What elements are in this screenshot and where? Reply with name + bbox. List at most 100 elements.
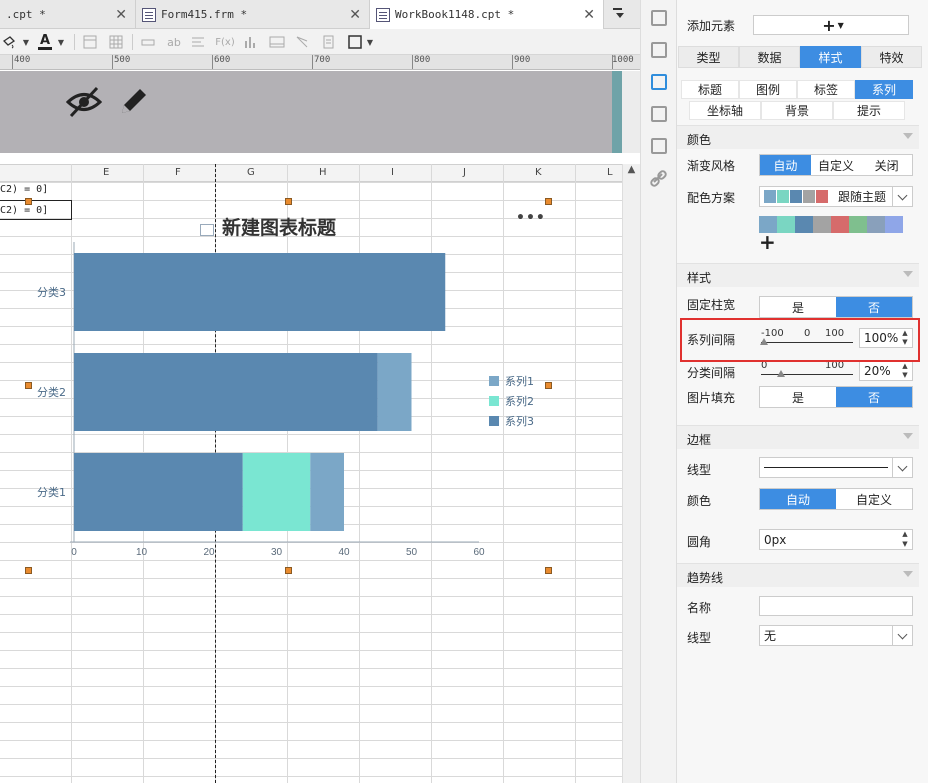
chevron-down-icon[interactable] xyxy=(892,626,912,645)
image-fill-no[interactable]: 否 xyxy=(836,387,912,407)
palette-color[interactable] xyxy=(831,216,849,233)
stepper-icon[interactable]: ▲ ▼ xyxy=(898,530,912,549)
file-tab-cpt[interactable]: .cpt * ✕ xyxy=(0,0,136,29)
chevron-down-icon[interactable]: ▼ xyxy=(366,33,374,51)
chart-more-icon[interactable]: ••• xyxy=(516,210,546,226)
column-label[interactable]: J xyxy=(463,167,466,178)
palette-color[interactable] xyxy=(867,216,885,233)
resize-handle[interactable] xyxy=(285,198,292,205)
palette-color[interactable] xyxy=(813,216,831,233)
border-section-header[interactable]: 边框 xyxy=(677,425,919,449)
trend-line-type-select[interactable]: 无 xyxy=(759,625,913,646)
image-fill-yes[interactable]: 是 xyxy=(760,387,836,407)
text-icon[interactable]: ab xyxy=(165,33,183,51)
add-element-button[interactable]: + ▼ xyxy=(753,15,909,35)
vertical-scrollbar[interactable]: ▲ xyxy=(622,164,640,783)
frame-icon[interactable] xyxy=(82,33,98,51)
fixed-width-yes[interactable]: 是 xyxy=(760,297,836,317)
palette-color[interactable] xyxy=(885,216,903,233)
subtab-legend[interactable]: 图例 xyxy=(739,80,797,99)
line-type-select[interactable] xyxy=(759,457,913,478)
upper-scrollbar[interactable] xyxy=(622,71,640,153)
fixed-width-no[interactable]: 否 xyxy=(836,297,912,317)
tab-data[interactable]: 数据 xyxy=(739,46,800,68)
chart-icon[interactable] xyxy=(242,33,258,51)
formula-icon[interactable]: F(x) xyxy=(215,33,234,51)
subtab-axis[interactable]: 坐标轴 xyxy=(689,101,761,120)
page-icon[interactable] xyxy=(320,33,336,51)
chevron-down-icon[interactable] xyxy=(892,458,912,477)
palette-color[interactable] xyxy=(795,216,813,233)
chevron-down-icon[interactable]: ▼ xyxy=(57,33,65,51)
resize-handle[interactable] xyxy=(25,567,32,574)
border-color-custom[interactable]: 自定义 xyxy=(836,489,912,509)
gradient-auto-option[interactable]: 自动 xyxy=(760,155,811,175)
cell-property-icon[interactable] xyxy=(651,10,667,26)
color-scheme-select[interactable]: 跟随主题 xyxy=(759,186,913,207)
toolbar-separator xyxy=(132,34,133,50)
slider-thumb[interactable] xyxy=(777,370,785,377)
add-color-icon[interactable]: + xyxy=(759,230,776,254)
resize-handle[interactable] xyxy=(545,198,552,205)
resize-handle[interactable] xyxy=(25,382,32,389)
column-label[interactable]: F xyxy=(175,167,181,178)
slash-icon[interactable] xyxy=(294,33,310,51)
resize-handle[interactable] xyxy=(285,567,292,574)
image-icon[interactable] xyxy=(268,33,286,51)
subtab-tooltip[interactable]: 提示 xyxy=(833,101,905,120)
subtab-title[interactable]: 标题 xyxy=(681,80,739,99)
condition-property-icon[interactable] xyxy=(651,42,667,58)
subtab-label[interactable]: 标签 xyxy=(797,80,855,99)
bar-chart[interactable]: 0 10 20 30 40 50 60 分类1 分类2 分类3 系列1 系列2 系列3 xyxy=(0,190,622,580)
chevron-down-icon[interactable]: ▼ xyxy=(22,33,30,51)
layer-property-icon[interactable] xyxy=(651,138,667,154)
column-label[interactable]: L xyxy=(607,167,613,178)
close-icon[interactable]: ✕ xyxy=(349,7,361,23)
subtab-background[interactable]: 背景 xyxy=(761,101,833,120)
column-label[interactable]: E xyxy=(103,167,109,178)
resize-handle[interactable] xyxy=(25,198,32,205)
gradient-custom-option[interactable]: 自定义 xyxy=(811,155,862,175)
close-icon[interactable]: ✕ xyxy=(115,7,127,23)
chevron-down-icon[interactable] xyxy=(892,187,912,206)
scroll-up-icon[interactable]: ▲ xyxy=(623,164,640,178)
stepper-icon[interactable]: ▲ ▼ xyxy=(898,362,912,380)
pencil-icon[interactable] xyxy=(118,85,150,120)
radius-input[interactable]: 0px ▲ ▼ xyxy=(759,529,913,550)
column-label[interactable]: I xyxy=(391,167,394,178)
gradient-off-option[interactable]: 关闭 xyxy=(861,155,912,175)
subtab-series[interactable]: 系列 xyxy=(855,80,913,99)
trendline-section-header[interactable]: 趋势线 xyxy=(677,563,919,587)
color-section-header[interactable]: 颜色 xyxy=(677,125,919,149)
tab-style[interactable]: 样式 xyxy=(800,46,861,68)
align-icon[interactable] xyxy=(190,33,206,51)
close-icon[interactable]: ✕ xyxy=(583,7,595,23)
tab-list-icon[interactable] xyxy=(612,6,626,20)
widget-property-icon[interactable] xyxy=(651,74,667,90)
border-icon[interactable] xyxy=(346,33,364,51)
palette-color[interactable] xyxy=(777,216,795,233)
column-label[interactable]: H xyxy=(319,167,327,178)
border-color-auto[interactable]: 自动 xyxy=(760,489,836,509)
tab-type[interactable]: 类型 xyxy=(678,46,739,68)
tab-effect[interactable]: 特效 xyxy=(861,46,922,68)
resize-handle[interactable] xyxy=(545,567,552,574)
link-icon[interactable] xyxy=(650,170,668,191)
style-section-header[interactable]: 样式 xyxy=(677,263,919,287)
palette-color[interactable] xyxy=(849,216,867,233)
column-label[interactable]: G xyxy=(247,167,255,178)
table-icon[interactable] xyxy=(108,33,124,51)
chart-title[interactable]: 新建图表标题 xyxy=(222,213,336,240)
category-gap-input[interactable]: 20% ▲ ▼ xyxy=(859,361,913,381)
hidden-eye-icon[interactable] xyxy=(65,85,103,122)
file-tab-workbook1148[interactable]: WorkBook1148.cpt * ✕ xyxy=(370,0,604,29)
resize-handle[interactable] xyxy=(545,382,552,389)
format-painter-icon[interactable] xyxy=(0,33,18,51)
font-color-icon[interactable]: A xyxy=(36,33,54,51)
category-gap-slider[interactable] xyxy=(761,374,853,375)
element-property-icon[interactable] xyxy=(651,106,667,122)
file-tab-form415[interactable]: Form415.frm * ✕ xyxy=(136,0,370,29)
text-field-icon[interactable] xyxy=(140,33,156,51)
column-label[interactable]: K xyxy=(535,167,542,178)
trend-name-input[interactable] xyxy=(759,596,913,616)
